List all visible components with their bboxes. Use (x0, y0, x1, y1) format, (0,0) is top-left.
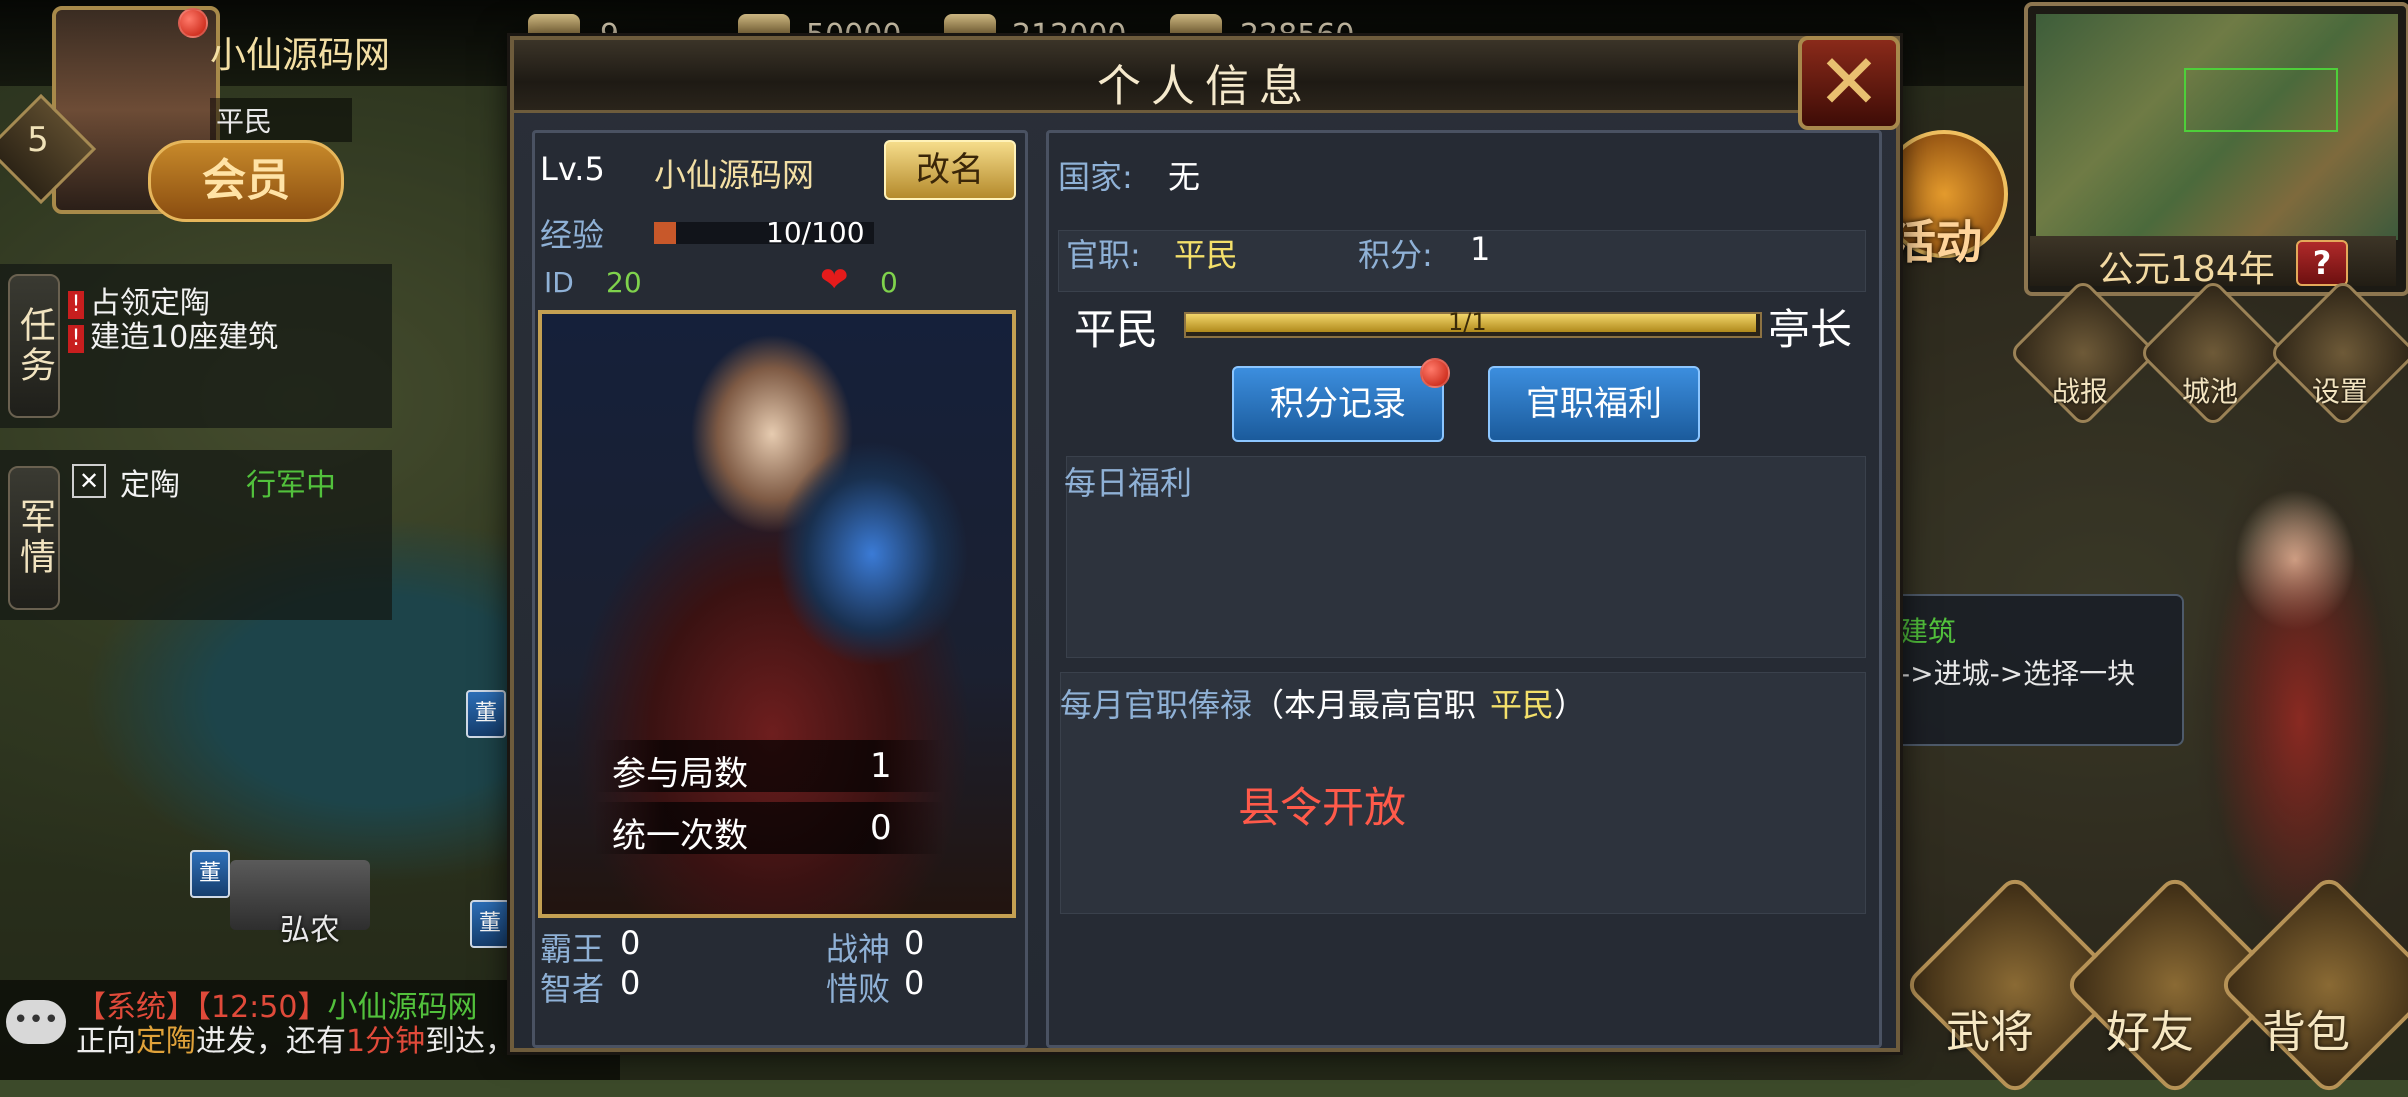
stat-label: 统一次数 (612, 816, 748, 856)
friends-label[interactable]: 好友 (2070, 996, 2230, 1060)
chat-player: 小仙源码网 (327, 990, 478, 1025)
rank-to: 亭长 (1768, 305, 1853, 354)
stat-value: 0 (870, 808, 892, 848)
crossed-swords-icon: ✕ (72, 464, 106, 498)
player-rank: 平民 (210, 98, 353, 142)
close-icon: ✕ (1817, 37, 1881, 126)
points-label: 积分: (1358, 236, 1433, 274)
notification-dot-icon (178, 8, 208, 38)
monthly-rank: 平民 (1490, 686, 1555, 724)
bag-label[interactable]: 背包 (2226, 996, 2386, 1060)
tip-text: ->进城->选择一块 (1900, 657, 2136, 690)
exp-label: 经验 (540, 216, 605, 254)
title-value: 0 (904, 924, 925, 962)
rank-from: 平民 (1074, 305, 1159, 354)
enemy-flag-icon[interactable]: 董 (466, 690, 506, 738)
chat-text: 进发，还有 (196, 1024, 346, 1059)
daily-benefit-label: 每日福利 (1064, 464, 1193, 502)
march-status: 行军中 (246, 468, 336, 503)
monthly-salary-label: 每月官职俸禄 (1060, 686, 1253, 724)
monthly-note-end: ） (1554, 686, 1587, 724)
chat-city: 定陶 (136, 1024, 196, 1059)
office-value: 平民 (1174, 236, 1239, 274)
enemy-flag-icon[interactable]: 董 (190, 850, 230, 898)
stat-value: 1 (870, 746, 892, 786)
event-label[interactable]: 活动 (1890, 206, 1982, 272)
points-value: 1 (1470, 230, 1491, 268)
quest-item[interactable]: ! 建造10座建筑 (68, 312, 278, 356)
city-label[interactable]: 城池 (2150, 370, 2270, 410)
monthly-note: （本月最高官职 (1252, 686, 1477, 724)
county-open-text: 县令开放 (1238, 783, 1407, 832)
battle-report-label[interactable]: 战报 (2020, 370, 2140, 410)
points-record-button[interactable]: 积分记录 (1232, 366, 1444, 442)
tutorial-tip[interactable]: 建筑 ->进城->选择一块 (1890, 594, 2184, 746)
march-target[interactable]: 定陶 (120, 460, 180, 504)
id-label: ID (544, 266, 574, 299)
exp-bar-fill (654, 222, 676, 244)
title-value: 0 (620, 964, 641, 1002)
office-label: 官职: (1066, 236, 1141, 274)
country-value: 无 (1168, 158, 1201, 196)
settings-label[interactable]: 设置 (2280, 370, 2400, 410)
chat-prefix: 【系统】【12:50】 (76, 990, 328, 1025)
quest-label: 建造10座建筑 (90, 320, 279, 355)
generals-label[interactable]: 武将 (1910, 996, 2070, 1060)
player-level: Lv.5 (540, 150, 605, 188)
chat-line: 【系统】【12:50】小仙源码网 (76, 990, 477, 1026)
tab-task[interactable]: 任务 (8, 274, 60, 418)
stat-row: 统一次数 0 (594, 802, 944, 856)
monthly-salary-line: 每月官职俸禄（本月最高官职 平民） (1060, 680, 1586, 726)
heart-icon[interactable]: ❤ (820, 260, 849, 300)
player-name: 小仙源码网 (654, 156, 815, 194)
tip-title: 建筑 (1900, 615, 1957, 648)
chat-bubble-icon[interactable]: ••• (6, 1000, 66, 1044)
id-value: 20 (606, 266, 642, 299)
year-label: 公元184年 (2098, 249, 2275, 290)
likes-count: 0 (880, 266, 898, 299)
chat-text: 正向 (76, 1024, 136, 1059)
city-label[interactable]: 弘农 (280, 905, 340, 949)
chat-time: 1分钟 (346, 1024, 426, 1059)
rename-button[interactable]: 改名 (884, 140, 1016, 200)
stat-label: 参与局数 (612, 754, 748, 794)
help-button[interactable]: ? (2296, 240, 2348, 286)
rank-progress-text: 1/1 (1448, 308, 1487, 336)
close-button[interactable]: ✕ (1798, 36, 1900, 130)
title-label: 智者 (540, 970, 605, 1008)
country-label: 国家: (1058, 158, 1133, 196)
personal-info-dialog: 个人信息 ✕ Lv.5 小仙源码网 改名 经验 10/100 ID 20 ❤ 0… (510, 36, 1900, 1052)
advisor-character (2180, 440, 2408, 960)
title-label: 惜败 (826, 970, 891, 1008)
stat-row: 参与局数 1 (594, 740, 944, 794)
alert-icon: ! (68, 324, 84, 353)
vip-button[interactable]: 会员 (148, 140, 344, 222)
office-benefit-button[interactable]: 官职福利 (1488, 366, 1700, 442)
dialog-title: 个人信息 (1097, 61, 1313, 112)
chat-line: 正向定陶进发，还有1分钟到达，火战 (76, 1024, 575, 1060)
player-level: 5 (27, 120, 49, 160)
tab-army[interactable]: 军情 (8, 466, 60, 610)
player-name: 小仙源码网 (210, 35, 391, 76)
title-value: 0 (904, 964, 925, 1002)
title-value: 0 (620, 924, 641, 962)
minimap-viewport (2184, 68, 2338, 132)
notification-dot-icon (1420, 358, 1450, 388)
enemy-flag-icon[interactable]: 董 (470, 900, 510, 948)
exp-value: 10/100 (766, 216, 865, 249)
